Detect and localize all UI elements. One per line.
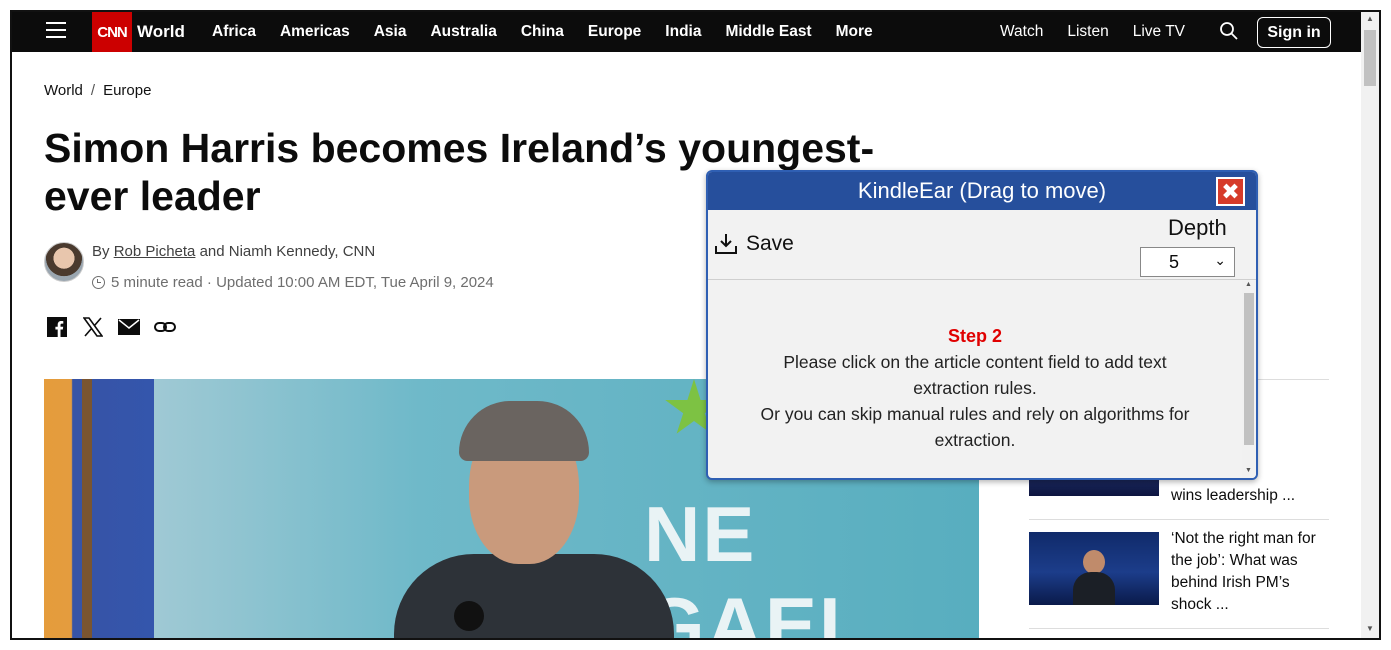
instruction-line-2: Or you can skip manual rules and rely on…: [760, 404, 1190, 450]
nav-link-africa[interactable]: Africa: [212, 23, 256, 41]
updated-timestamp: · Updated 10:00 AM EDT, Tue April 9, 202…: [206, 274, 494, 291]
depth-value: 5: [1169, 251, 1180, 272]
facebook-icon[interactable]: [46, 316, 68, 338]
sidebar-story-thumbnail[interactable]: [1029, 532, 1159, 605]
article-meta: 5 minute read · Updated 10:00 AM EDT, Tu…: [92, 274, 494, 291]
clock-icon: [92, 276, 105, 289]
download-icon: [715, 234, 737, 254]
cnn-logo[interactable]: CNN: [92, 12, 132, 52]
nav-link-more[interactable]: More: [836, 23, 873, 41]
author-link[interactable]: Rob Picheta: [114, 243, 196, 260]
kindleear-drag-header[interactable]: KindleEar (Drag to move) ✖: [708, 172, 1256, 210]
hero-backdrop-text: NE GAEL: [644, 490, 869, 638]
scroll-down-arrow-icon[interactable]: ▼: [1245, 467, 1252, 474]
depth-label: Depth: [1168, 215, 1227, 240]
browser-frame: CNN World Africa Americas Asia Australia…: [10, 10, 1381, 640]
nav-right-links: Watch Listen Live TV: [1000, 23, 1209, 41]
flag-graphic: [44, 379, 154, 638]
page-scrollbar[interactable]: ▲ ▼: [1361, 12, 1379, 638]
search-icon[interactable]: [1219, 21, 1239, 41]
kindleear-title: KindleEar (Drag to move): [857, 178, 1107, 203]
nav-links: Africa Americas Asia Australia China Eur…: [212, 23, 897, 41]
x-twitter-icon[interactable]: [82, 316, 104, 338]
scroll-up-arrow-icon[interactable]: ▲: [1245, 281, 1252, 288]
breadcrumb-europe[interactable]: Europe: [103, 82, 151, 99]
nav-link-listen[interactable]: Listen: [1067, 23, 1108, 41]
kindleear-instructions: Step 2 Please click on the article conte…: [708, 281, 1242, 478]
nav-link-live-tv[interactable]: Live TV: [1133, 23, 1185, 41]
nav-link-australia[interactable]: Australia: [430, 23, 496, 41]
kindleear-panel[interactable]: KindleEar (Drag to move) ✖ Save Depth 5 …: [706, 170, 1258, 480]
nav-link-americas[interactable]: Americas: [280, 23, 350, 41]
breadcrumb: World / Europe: [44, 82, 152, 99]
save-button[interactable]: Save: [714, 232, 794, 256]
byline: By Rob Picheta and Niamh Kennedy, CNN: [92, 243, 376, 260]
nav-link-europe[interactable]: Europe: [588, 23, 641, 41]
save-label: Save: [746, 232, 794, 255]
hamburger-menu-icon[interactable]: [46, 22, 66, 40]
nav-link-asia[interactable]: Asia: [374, 23, 407, 41]
nav-link-middle-east[interactable]: Middle East: [725, 23, 811, 41]
share-bar: [46, 316, 176, 338]
close-icon[interactable]: ✖: [1216, 177, 1245, 206]
scrollbar-thumb[interactable]: [1364, 30, 1376, 86]
microphone-graphic: [454, 601, 484, 631]
nav-link-watch[interactable]: Watch: [1000, 23, 1043, 41]
author-avatar: [44, 242, 84, 282]
nav-link-india[interactable]: India: [665, 23, 701, 41]
scroll-up-arrow-icon[interactable]: ▲: [1366, 14, 1374, 23]
read-time: 5 minute read: [111, 274, 203, 291]
email-icon[interactable]: [118, 316, 140, 338]
scroll-down-arrow-icon[interactable]: ▼: [1366, 624, 1374, 633]
kindleear-scrollbar[interactable]: ▲ ▼: [1242, 281, 1256, 478]
step-heading: Step 2: [947, 326, 1003, 346]
instruction-line-1: Please click on the article content fiel…: [783, 352, 1167, 398]
copy-link-icon[interactable]: [154, 316, 176, 338]
top-navigation: CNN World Africa Americas Asia Australia…: [12, 12, 1361, 52]
kindleear-toolbar: Save Depth 5 ⌄: [708, 210, 1256, 280]
depth-select[interactable]: 5 ⌄: [1140, 247, 1235, 277]
sidebar-story-headline[interactable]: ‘Not the right man for the job’: What wa…: [1171, 528, 1331, 616]
chevron-down-icon: ⌄: [1214, 252, 1226, 268]
breadcrumb-world[interactable]: World: [44, 82, 83, 99]
sign-in-button[interactable]: Sign in: [1257, 17, 1331, 48]
nav-section-title[interactable]: World: [137, 22, 185, 42]
nav-link-china[interactable]: China: [521, 23, 564, 41]
kindleear-scrollbar-thumb[interactable]: [1244, 293, 1254, 445]
